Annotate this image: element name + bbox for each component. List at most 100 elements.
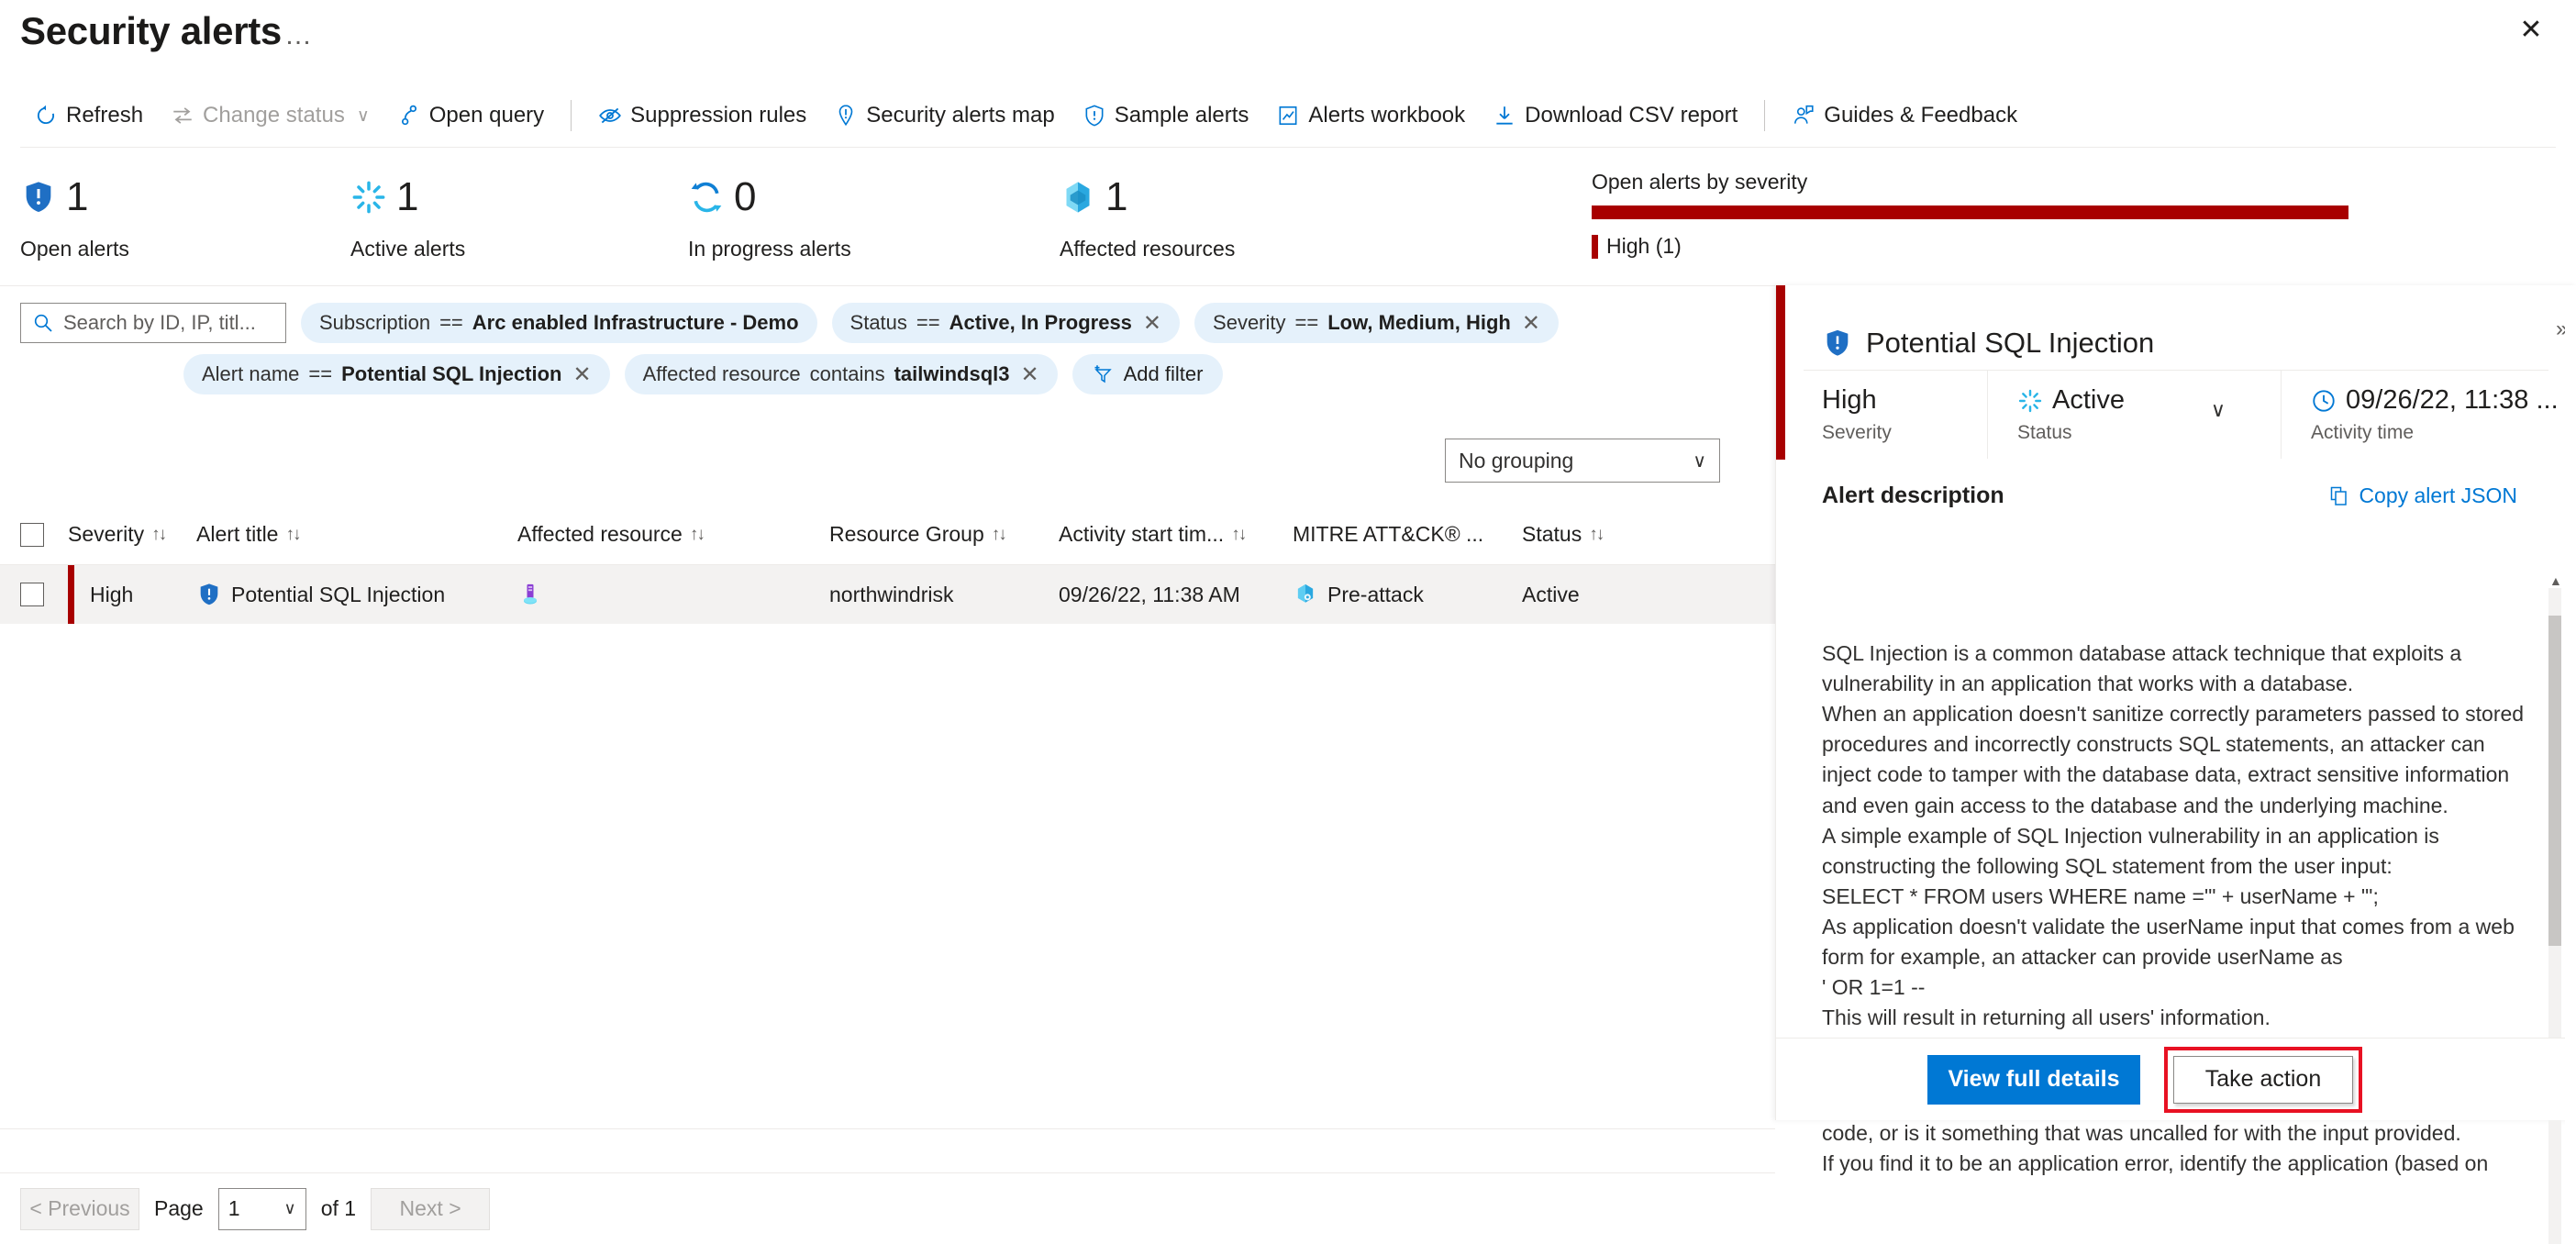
add-filter-button[interactable]: Add filter <box>1071 354 1224 394</box>
filter-chip-severity-field: Severity <box>1213 311 1286 334</box>
toolbar-guides-feedback-button[interactable]: Guides & Feedback <box>1778 90 2031 141</box>
kpi-affected-resources-value: 1 <box>1105 174 1128 219</box>
filter-chip-severity-remove-icon[interactable]: ✕ <box>1522 310 1540 337</box>
page-number-select[interactable]: 1 ∨ <box>217 1187 306 1230</box>
next-page-button[interactable]: Next > <box>371 1187 491 1230</box>
close-icon[interactable]: ✕ <box>2514 13 2548 48</box>
in-progress-icon <box>691 182 722 213</box>
kpi-in-progress-alerts[interactable]: 0 In progress alerts <box>688 172 851 261</box>
column-header-status[interactable]: Status ↑↓ <box>1522 522 1705 547</box>
row-checkbox[interactable] <box>20 583 44 606</box>
cell-alert-title[interactable]: Potential SQL Injection <box>196 582 517 607</box>
copy-alert-json-label: Copy alert JSON <box>2359 483 2517 507</box>
filter-chip-affected-resource-remove-icon[interactable]: ✕ <box>1021 361 1039 388</box>
filter-chip-subscription-operator: == <box>439 311 463 334</box>
filter-chip-status[interactable]: Status == Active, In Progress ✕ <box>831 303 1181 343</box>
severity-chart-bar-high[interactable] <box>1592 205 2348 219</box>
column-header-resource-group[interactable]: Resource Group ↑↓ <box>829 522 1059 547</box>
filter-chip-affected-resource-operator: contains <box>809 362 885 385</box>
toolbar-security-alerts-map-button[interactable]: Security alerts map <box>820 90 1068 141</box>
kpi-active-alerts-label: Active alerts <box>350 237 466 261</box>
filter-chip-status-remove-icon[interactable]: ✕ <box>1143 310 1161 337</box>
column-header-status-label: Status <box>1522 522 1582 546</box>
kpi-affected-resources-label: Affected resources <box>1060 237 1236 261</box>
toolbar-download-csv-label: Download CSV report <box>1525 103 1738 128</box>
table-row[interactable]: High Potential SQL Injection northwindri… <box>0 565 1775 624</box>
severity-chart-legend: High (1) <box>1592 234 2362 259</box>
page-label: Page <box>154 1196 204 1220</box>
column-header-mitre[interactable]: MITRE ATT&CK® ... <box>1293 522 1522 547</box>
toolbar-suppression-rules-button[interactable]: Suppression rules <box>584 90 820 141</box>
kpi-open-alerts-value: 1 <box>66 174 89 219</box>
toolbar-sample-alerts-label: Sample alerts <box>1114 103 1249 128</box>
security-alerts-map-icon <box>838 105 853 127</box>
page-scrollbar[interactable] <box>2565 285 2576 1244</box>
download-icon <box>1496 106 1513 125</box>
toolbar-change-status-button[interactable]: Change status ∨ <box>157 90 383 141</box>
row-checkbox-cell <box>20 583 68 606</box>
scroll-up-arrow-icon[interactable]: ▲ <box>2549 573 2562 588</box>
take-action-button[interactable]: Take action <box>2173 1055 2353 1104</box>
filter-chip-subscription-field: Subscription <box>319 311 431 334</box>
command-toolbar: Refresh Change status ∨ Open query Suppr… <box>0 87 2576 144</box>
toolbar-suppression-rules-label: Suppression rules <box>630 103 807 128</box>
detail-severity-value: High <box>1822 385 1877 415</box>
detail-scrollbar[interactable]: ▲ ▼ <box>2548 573 2562 1244</box>
previous-page-button[interactable]: < Previous <box>20 1187 139 1230</box>
filter-chip-alert-name-remove-icon[interactable]: ✕ <box>573 361 592 388</box>
view-full-details-button[interactable]: View full details <box>1927 1054 2140 1105</box>
toolbar-divider-rule <box>20 147 2556 148</box>
chevron-down-icon: ∨ <box>1693 450 1706 472</box>
cell-affected-resource[interactable] <box>517 582 829 607</box>
toolbar-sample-alerts-button[interactable]: Sample alerts <box>1069 90 1263 141</box>
select-all-checkbox[interactable] <box>20 522 44 547</box>
detail-severity-accent <box>1776 285 1785 460</box>
take-action-highlight-box: Take action <box>2164 1046 2362 1113</box>
alerts-workbook-icon <box>1279 106 1297 126</box>
detail-severity-label: Severity <box>1822 422 1892 443</box>
toolbar-refresh-button[interactable]: Refresh <box>20 90 157 141</box>
severity-chart-title: Open alerts by severity <box>1592 170 1808 194</box>
detail-description-paragraph-1: SQL Injection is a common database attac… <box>1822 641 2525 1030</box>
chevron-down-icon[interactable]: ∨ <box>2211 398 2226 422</box>
search-input[interactable]: Search by ID, IP, titl... <box>20 303 286 343</box>
more-options-icon[interactable]: … <box>284 20 314 51</box>
column-header-affected-resource[interactable]: Affected resource ↑↓ <box>517 522 829 547</box>
toolbar-security-alerts-map-label: Security alerts map <box>866 103 1055 128</box>
kpi-active-alerts[interactable]: 1 Active alerts <box>350 172 465 261</box>
copy-icon <box>2331 486 2348 505</box>
filter-chip-severity[interactable]: Severity == Low, Medium, High ✕ <box>1194 303 1559 343</box>
column-header-activity-start-time[interactable]: Activity start tim... ↑↓ <box>1059 522 1293 547</box>
sample-alerts-icon <box>1085 105 1104 127</box>
search-icon <box>34 314 52 332</box>
resource-cube-icon <box>1066 182 1090 213</box>
filter-chip-affected-resource[interactable]: Affected resource contains tailwindsql3 … <box>624 354 1058 394</box>
guides-feedback-icon <box>1794 105 1814 124</box>
detail-activity-time-value: 09/26/22, 11:38 ... <box>2346 385 2559 415</box>
kpi-open-alerts[interactable]: 1 Open alerts <box>20 172 129 261</box>
column-header-alert-title-label: Alert title <box>196 522 279 546</box>
copy-alert-json-button[interactable]: Copy alert JSON <box>2328 483 2517 508</box>
column-header-mitre-label: MITRE ATT&CK® ... <box>1293 522 1484 546</box>
filter-chip-status-operator: == <box>916 311 940 334</box>
detail-description-heading: Alert description <box>1822 483 2004 508</box>
detail-scrollbar-thumb[interactable] <box>2548 616 2561 946</box>
alerts-table: Severity ↑↓ Alert title ↑↓ Affected reso… <box>0 505 1775 1129</box>
detail-meta-activity-time: 09/26/22, 11:38 ... Activity time <box>2281 371 2574 459</box>
column-header-alert-title[interactable]: Alert title ↑↓ <box>196 522 517 547</box>
filter-chip-alert-name[interactable]: Alert name == Potential SQL Injection ✕ <box>183 354 610 394</box>
filter-chip-subscription[interactable]: Subscription == Arc enabled Infrastructu… <box>301 303 817 343</box>
detail-meta-status[interactable]: Active Status ∨ <box>1987 371 2281 459</box>
column-header-affected-resource-label: Affected resource <box>517 522 683 546</box>
toolbar-download-csv-button[interactable]: Download CSV report <box>1479 90 1751 141</box>
column-header-activity-start-time-label: Activity start tim... <box>1059 522 1225 546</box>
toolbar-alerts-workbook-button[interactable]: Alerts workbook <box>1262 90 1479 141</box>
cell-status: Active <box>1522 582 1580 606</box>
grouping-select[interactable]: No grouping ∨ <box>1445 439 1720 483</box>
kpi-affected-resources[interactable]: 1 Affected resources <box>1060 172 1235 261</box>
toolbar-divider <box>571 100 572 131</box>
column-header-severity[interactable]: Severity ↑↓ <box>68 522 196 547</box>
filter-chip-status-field: Status <box>849 311 907 334</box>
toolbar-open-query-button[interactable]: Open query <box>383 90 558 141</box>
detail-description-header: Alert description Copy alert JSON <box>1776 459 2576 509</box>
